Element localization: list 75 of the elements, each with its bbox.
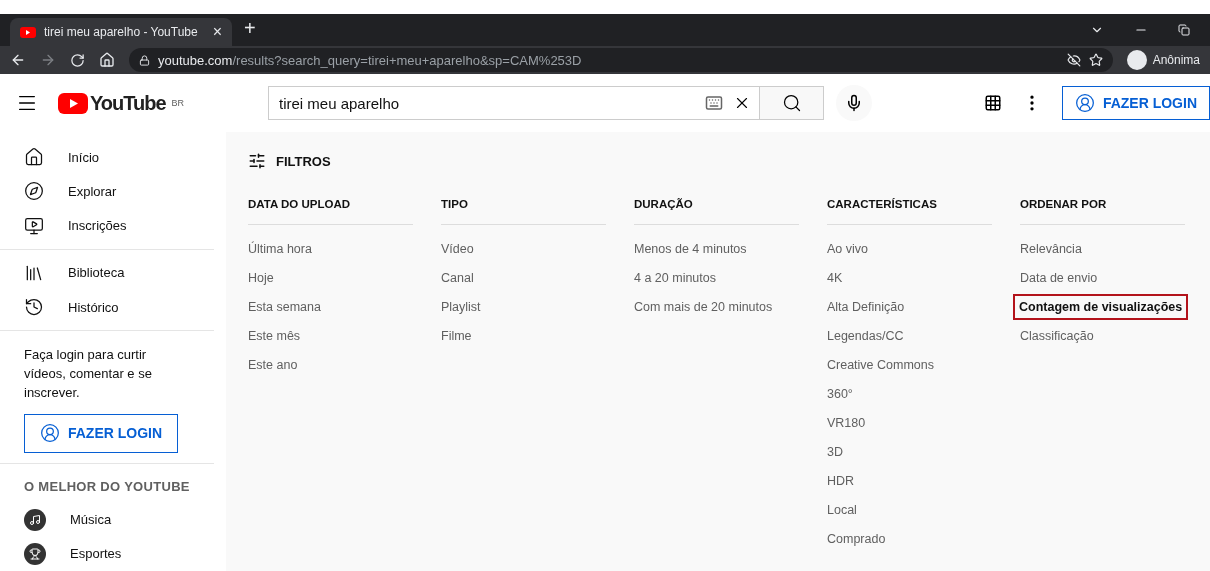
- lock-icon: [139, 54, 150, 66]
- filter-heading: DURAÇÃO: [634, 186, 799, 225]
- sidebar-item[interactable]: Início: [0, 140, 226, 175]
- filter-option[interactable]: Alta Definição: [827, 296, 992, 318]
- filter-option[interactable]: Este mês: [248, 325, 413, 347]
- profile-button[interactable]: Anônima: [1126, 50, 1200, 70]
- login-button[interactable]: FAZER LOGIN: [1061, 86, 1210, 120]
- sidebar-item[interactable]: Explorar: [0, 174, 226, 209]
- login-prompt: Faça login para curtir vídeos, comentar e se inscrever.: [24, 346, 153, 403]
- sidebar-item[interactable]: Esportes: [0, 536, 226, 571]
- youtube-favicon-icon: [20, 26, 36, 38]
- sliders-icon: [248, 152, 266, 170]
- home-icon[interactable]: [99, 52, 115, 68]
- sidebar-login-button[interactable]: FAZER LOGIN: [24, 414, 178, 453]
- filter-option[interactable]: Creative Commons: [827, 354, 992, 376]
- filter-heading: CARACTERÍSTICAS: [827, 186, 992, 225]
- address-bar[interactable]: youtube.com/results?search_query=tirei+meu+aparelho&sp=CAM%253D: [129, 48, 1113, 72]
- filter-option[interactable]: Filme: [441, 325, 606, 347]
- apps-icon[interactable]: [983, 94, 1002, 112]
- filter-option[interactable]: Contagem de visualizações: [1015, 296, 1187, 318]
- forward-icon[interactable]: [40, 52, 56, 68]
- sidebar-item[interactable]: Biblioteca: [0, 255, 226, 291]
- section-heading: O MELHOR DO YOUTUBE: [23, 478, 191, 497]
- filter-option[interactable]: Menos de 4 minutos: [634, 238, 799, 260]
- filter-option[interactable]: Local: [827, 499, 992, 521]
- filter-option[interactable]: Comprado: [827, 528, 992, 550]
- filter-option[interactable]: Classificação: [1020, 325, 1185, 347]
- compass-icon: [24, 181, 44, 202]
- filter-option[interactable]: Com mais de 20 minutos: [634, 296, 799, 318]
- filter-option[interactable]: 3D: [827, 441, 992, 463]
- filter-option[interactable]: 4K: [827, 267, 992, 289]
- filter-option[interactable]: Ao vivo: [827, 238, 992, 260]
- reload-icon[interactable]: [70, 52, 85, 68]
- trophy-icon: [24, 542, 46, 565]
- back-icon[interactable]: [10, 52, 26, 68]
- restore-icon[interactable]: [1178, 24, 1190, 36]
- search-icon: [781, 93, 802, 113]
- filter-option[interactable]: 360°: [827, 383, 992, 405]
- microphone-icon: [845, 94, 863, 112]
- keyboard-icon[interactable]: [705, 94, 723, 112]
- close-tab-button[interactable]: ×: [212, 24, 222, 40]
- filter-option[interactable]: Esta semana: [248, 296, 413, 318]
- filter-option[interactable]: HDR: [827, 470, 992, 492]
- filter-option[interactable]: Data de envio: [1020, 267, 1185, 289]
- music-icon: [24, 508, 46, 531]
- microphone-button[interactable]: [836, 85, 872, 121]
- filter-option[interactable]: Playlist: [441, 296, 606, 318]
- search-button[interactable]: [760, 86, 824, 120]
- filter-option[interactable]: Última hora: [248, 238, 413, 260]
- filters-button[interactable]: FILTROS: [248, 150, 1210, 172]
- filter-option[interactable]: Vídeo: [441, 238, 606, 260]
- filter-option[interactable]: Legendas/CC: [827, 325, 992, 347]
- sidebar-item[interactable]: Música: [0, 502, 226, 537]
- sidebar-item[interactable]: Inscrições: [0, 208, 226, 243]
- user-icon: [39, 423, 60, 444]
- browser-tab[interactable]: tirei meu aparelho - YouTube ×: [10, 18, 232, 46]
- filter-heading: TIPO: [441, 186, 606, 225]
- subscriptions-icon: [24, 215, 44, 236]
- filter-option[interactable]: Relevância: [1020, 238, 1185, 260]
- history-icon: [24, 297, 44, 318]
- search-field[interactable]: tirei meu aparelho: [268, 86, 760, 120]
- filter-option[interactable]: VR180: [827, 412, 992, 434]
- user-icon: [1074, 93, 1095, 113]
- new-tab-button[interactable]: +: [244, 17, 256, 40]
- filter-heading: ORDENAR POR: [1020, 186, 1185, 225]
- filter-option[interactable]: Hoje: [248, 267, 413, 289]
- filter-option[interactable]: 4 a 20 minutos: [634, 267, 799, 289]
- filter-option[interactable]: Canal: [441, 267, 606, 289]
- sidebar-item[interactable]: Histórico: [0, 290, 226, 325]
- filter-heading: DATA DO UPLOAD: [248, 186, 413, 225]
- youtube-logo[interactable]: YouTube BR: [58, 91, 243, 115]
- eye-off-icon[interactable]: [1066, 53, 1081, 67]
- bookmark-star-icon[interactable]: [1088, 53, 1103, 67]
- filter-option[interactable]: Este ano: [248, 354, 413, 376]
- home-icon: [24, 147, 44, 168]
